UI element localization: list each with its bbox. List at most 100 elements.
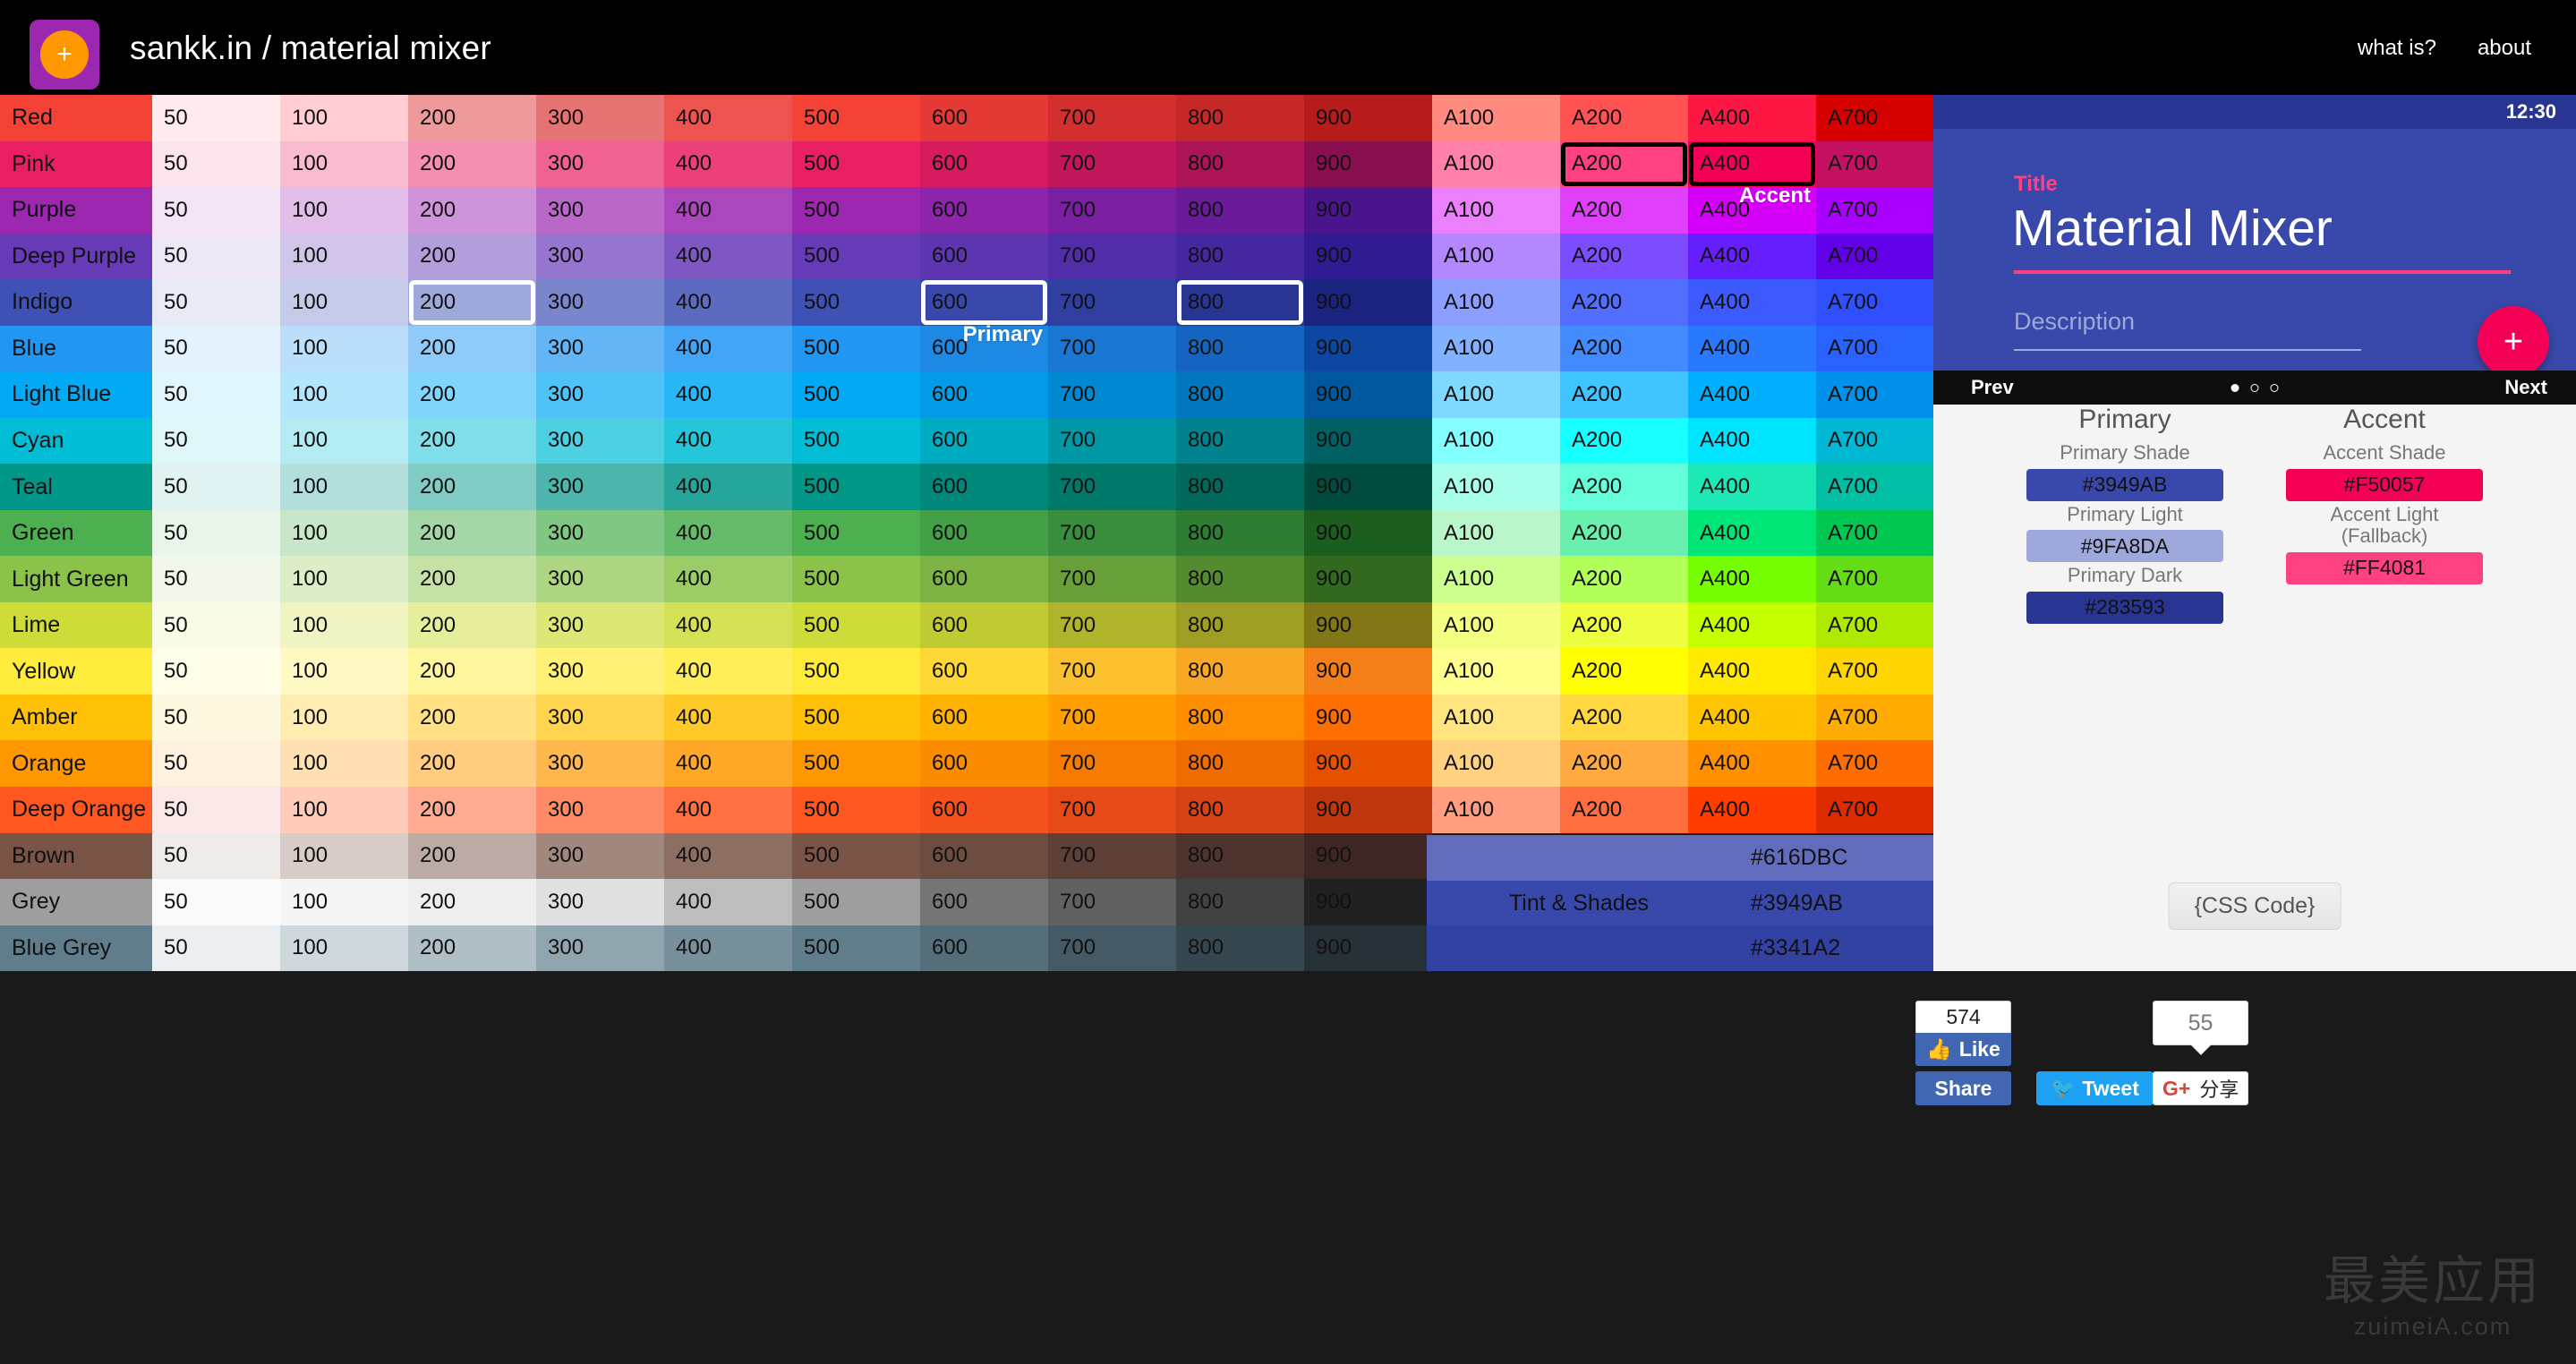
palette-swatch[interactable]: 800 (1176, 694, 1304, 741)
palette-swatch[interactable]: 200 (408, 325, 536, 372)
palette-swatch[interactable]: 900 (1304, 786, 1432, 833)
palette-swatch[interactable]: 800 (1176, 740, 1304, 787)
palette-swatch[interactable]: 300 (536, 832, 664, 880)
palette-swatch[interactable]: 600 (920, 832, 1048, 880)
palette-swatch[interactable]: 500 (792, 417, 920, 465)
palette-swatch[interactable]: 400 (664, 879, 792, 925)
palette-swatch[interactable]: 200 (408, 233, 536, 280)
palette-swatch[interactable]: 600 (920, 417, 1048, 465)
palette-swatch[interactable]: 300 (536, 648, 664, 695)
palette-swatch[interactable]: 700 (1048, 371, 1176, 418)
palette-swatch[interactable]: 900 (1304, 879, 1432, 925)
palette-swatch[interactable]: 200 (408, 187, 536, 234)
swatch-detail-hex-chip[interactable]: #FF4081 (2286, 551, 2483, 584)
palette-swatch[interactable]: 600 Primary (920, 279, 1048, 346)
palette-swatch[interactable]: 400 (664, 786, 792, 833)
preview-dot[interactable] (2231, 383, 2239, 392)
palette-accent-swatch[interactable]: A400 (1688, 556, 1816, 602)
preview-dot[interactable] (2270, 383, 2279, 392)
palette-swatch[interactable]: 200 (408, 556, 536, 602)
swatch-detail-hex-chip[interactable]: #F50057 (2286, 468, 2483, 501)
palette-swatch[interactable]: 100 (280, 740, 408, 787)
palette-swatch[interactable]: 400 (664, 601, 792, 649)
palette-swatch[interactable]: 100 (280, 786, 408, 833)
palette-swatch[interactable]: 300 (536, 925, 664, 972)
palette-accent-swatch[interactable]: A400 (1688, 233, 1816, 280)
palette-swatch[interactable]: 200 (408, 694, 536, 741)
palette-swatch[interactable]: 200 (408, 464, 536, 510)
palette-swatch[interactable]: 200 (408, 648, 536, 695)
palette-swatch[interactable]: 50 (152, 879, 280, 925)
palette-accent-swatch[interactable]: A700 (1816, 187, 1944, 234)
palette-swatch[interactable]: 400 (664, 371, 792, 418)
palette-accent-swatch[interactable]: A100 (1432, 187, 1560, 234)
palette-swatch[interactable]: 500 (792, 786, 920, 833)
palette-swatch[interactable]: 400 (664, 141, 792, 188)
palette-swatch[interactable]: 700 (1048, 786, 1176, 833)
palette-swatch[interactable]: 600 (920, 556, 1048, 602)
palette-accent-swatch[interactable]: A700 (1816, 233, 1944, 280)
palette-accent-swatch[interactable]: A700 (1816, 417, 1944, 465)
palette-swatch[interactable]: 100 (280, 556, 408, 602)
palette-swatch[interactable]: 800 (1176, 325, 1304, 372)
palette-accent-swatch[interactable]: A100 (1432, 648, 1560, 695)
tint-shade-row[interactable]: #616DBC (1427, 835, 1933, 881)
palette-accent-swatch[interactable]: A100 (1432, 556, 1560, 602)
palette-swatch[interactable]: 900 (1304, 279, 1432, 326)
palette-swatch[interactable]: 100 (280, 832, 408, 880)
palette-swatch[interactable]: 400 (664, 464, 792, 510)
palette-swatch[interactable]: 50 (152, 325, 280, 372)
palette-accent-swatch[interactable]: A200 (1560, 233, 1688, 280)
palette-swatch[interactable]: 50 (152, 694, 280, 741)
app-logo[interactable]: + (30, 20, 99, 90)
palette-accent-swatch[interactable]: A700 (1816, 279, 1944, 326)
palette-swatch[interactable]: 50 (152, 417, 280, 465)
palette-swatch[interactable]: 600 (920, 464, 1048, 510)
palette-swatch[interactable]: 300 (536, 141, 664, 188)
palette-swatch[interactable]: 50 (152, 601, 280, 649)
palette-accent-swatch[interactable]: A400 Accent (1688, 141, 1816, 208)
palette-accent-swatch[interactable]: A400 (1688, 648, 1816, 695)
nav-link-what-is[interactable]: what is? (2358, 36, 2436, 61)
palette-swatch[interactable]: 300 (536, 601, 664, 649)
palette-accent-swatch[interactable]: A100 (1432, 95, 1560, 141)
palette-swatch[interactable]: 300 (536, 879, 664, 925)
palette-swatch[interactable]: 100 (280, 371, 408, 418)
palette-swatch[interactable]: 500 (792, 925, 920, 972)
palette-swatch[interactable]: 500 (792, 371, 920, 418)
palette-swatch[interactable]: 400 (664, 648, 792, 695)
palette-swatch[interactable]: 800 (1176, 925, 1304, 972)
palette-accent-swatch[interactable]: A200 (1560, 556, 1688, 602)
palette-swatch[interactable]: 800 (1176, 832, 1304, 880)
palette-swatch[interactable]: 500 (792, 187, 920, 234)
palette-swatch[interactable]: 600 (920, 187, 1048, 234)
palette-swatch[interactable]: 900 (1304, 509, 1432, 557)
palette-swatch[interactable]: 400 (664, 832, 792, 880)
palette-swatch[interactable]: 50 (152, 648, 280, 695)
palette-swatch[interactable]: 500 (792, 740, 920, 787)
palette-accent-swatch[interactable]: A100 (1432, 740, 1560, 787)
palette-swatch[interactable]: 50 (152, 786, 280, 833)
palette-accent-swatch[interactable]: A100 (1432, 601, 1560, 649)
palette-swatch[interactable]: 900 (1304, 464, 1432, 510)
palette-swatch[interactable]: 300 (536, 233, 664, 280)
palette-accent-swatch[interactable]: A700 (1816, 509, 1944, 557)
palette-accent-swatch[interactable]: A700 (1816, 648, 1944, 695)
tint-shade-row[interactable]: Tint & Shades #3949AB (1427, 880, 1933, 926)
palette-accent-swatch[interactable]: A400 (1688, 325, 1816, 372)
palette-swatch[interactable]: 100 (280, 233, 408, 280)
palette-accent-swatch[interactable]: A400 (1688, 740, 1816, 787)
palette-swatch[interactable]: 700 (1048, 325, 1176, 372)
palette-swatch[interactable]: 500 (792, 233, 920, 280)
palette-swatch[interactable]: 200 (408, 740, 536, 787)
palette-swatch[interactable]: 200 (408, 786, 536, 833)
palette-swatch[interactable]: 50 (152, 509, 280, 557)
palette-swatch[interactable]: 300 (536, 740, 664, 787)
palette-swatch[interactable]: 400 (664, 233, 792, 280)
palette-swatch[interactable]: 700 (1048, 95, 1176, 141)
palette-swatch[interactable]: 600 (920, 601, 1048, 649)
palette-swatch[interactable]: 50 (152, 556, 280, 602)
palette-swatch[interactable]: 400 (664, 740, 792, 787)
palette-accent-swatch[interactable]: A700 (1816, 464, 1944, 510)
palette-swatch[interactable]: 700 (1048, 417, 1176, 465)
